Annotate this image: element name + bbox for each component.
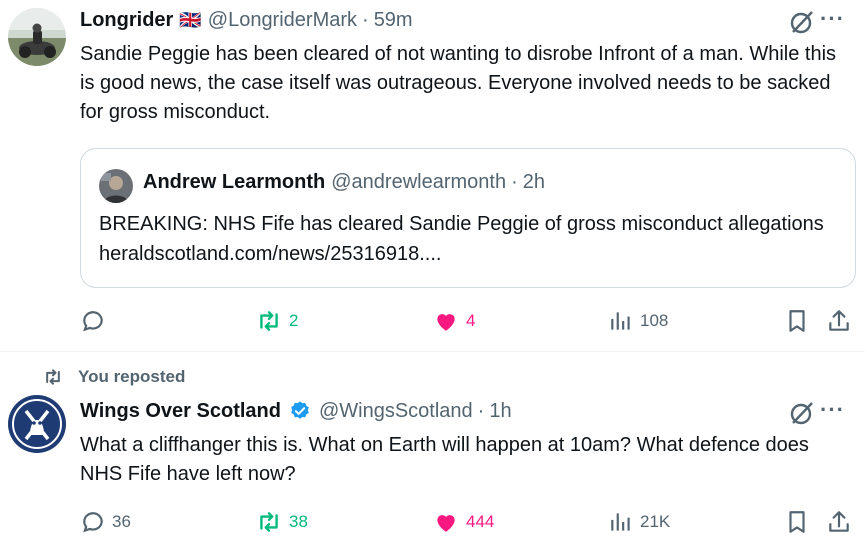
- separator-dot: ·: [511, 171, 518, 193]
- share-icon: [829, 511, 849, 532]
- views-icon: [611, 513, 630, 531]
- quoted-text: BREAKING: NHS Fife has cleared Sandie Pe…: [99, 213, 824, 265]
- repost-icon: [46, 369, 60, 385]
- tweet-text: Sandie Peggie has been cleared of not wa…: [80, 43, 837, 123]
- repost-count: 2: [289, 311, 299, 330]
- avatar-image: [8, 8, 66, 66]
- quoted-author-handle[interactable]: @andrewlearmonth: [331, 171, 506, 194]
- like-button[interactable]: 444: [432, 509, 494, 535]
- repost-context-label[interactable]: You reposted: [78, 367, 185, 387]
- quoted-timestamp[interactable]: 2h: [523, 171, 545, 194]
- reply-icon: [83, 311, 103, 332]
- views-count: 108: [640, 311, 669, 330]
- verified-icon: [289, 400, 311, 422]
- views-button[interactable]: 21K: [608, 509, 670, 535]
- repost-button[interactable]: 38: [255, 509, 308, 535]
- tweet-text: What a cliffhanger this is. What on Eart…: [80, 434, 809, 485]
- reply-button[interactable]: [80, 308, 112, 334]
- like-count: 4: [466, 311, 476, 330]
- avatar-image: [8, 395, 66, 453]
- tweet[interactable]: Longrider 🇬🇧 @LongriderMark · 59m ··· Sa…: [0, 0, 865, 352]
- action-bar: 2 4 108: [80, 308, 856, 338]
- reply-count: 36: [112, 512, 131, 531]
- tweet-header: Longrider 🇬🇧 @LongriderMark · 59m: [80, 7, 413, 33]
- like-button[interactable]: 4: [432, 308, 475, 334]
- separator-dot: ·: [362, 9, 369, 31]
- like-count: 444: [466, 512, 495, 531]
- views-button[interactable]: 108: [608, 308, 668, 334]
- repost-button[interactable]: 2: [255, 308, 298, 334]
- repost-icon: [260, 311, 278, 331]
- author-name[interactable]: Longrider: [80, 7, 173, 33]
- quoted-tweet[interactable]: Andrew Learmonth @andrewlearmonth · 2h B…: [80, 148, 856, 288]
- repost-icon: [260, 512, 278, 532]
- tweet-header: Wings Over Scotland @WingsScotland · 1h: [80, 398, 512, 424]
- more-icon[interactable]: ···: [820, 397, 845, 423]
- quoted-avatar[interactable]: [99, 169, 133, 203]
- timestamp[interactable]: 1h: [489, 398, 511, 424]
- bookmark-icon: [789, 310, 805, 332]
- reply-button[interactable]: 36: [80, 509, 131, 535]
- avatar[interactable]: [8, 395, 66, 453]
- repost-count: 38: [289, 512, 308, 531]
- tweet[interactable]: You reposted Wings Over Scotland @WingsS…: [0, 353, 865, 549]
- author-handle[interactable]: @WingsScotland: [319, 398, 473, 424]
- quoted-author-name[interactable]: Andrew Learmonth: [143, 171, 325, 194]
- heart-icon: [437, 515, 455, 532]
- bookmark-icon: [789, 511, 805, 533]
- author-handle[interactable]: @LongriderMark: [208, 7, 357, 33]
- separator-dot: ·: [477, 400, 485, 422]
- share-button[interactable]: [826, 509, 852, 535]
- avatar[interactable]: [8, 8, 66, 66]
- views-count: 21K: [640, 512, 671, 531]
- share-icon: [829, 310, 849, 331]
- timestamp[interactable]: 59m: [374, 7, 413, 33]
- repost-context: You reposted: [42, 367, 185, 387]
- action-bar: 36 38 444 21K: [80, 509, 856, 539]
- grok-icon[interactable]: [788, 399, 816, 427]
- author-name[interactable]: Wings Over Scotland: [80, 398, 281, 424]
- bookmark-button[interactable]: [784, 509, 810, 535]
- quoted-header: Andrew Learmonth @andrewlearmonth · 2h: [143, 171, 545, 194]
- bookmark-button[interactable]: [784, 308, 810, 334]
- heart-icon: [437, 314, 455, 331]
- grok-icon[interactable]: [788, 8, 816, 36]
- views-icon: [611, 312, 630, 330]
- share-button[interactable]: [826, 308, 852, 334]
- avatar-image: [99, 169, 133, 203]
- flag-icon: 🇬🇧: [179, 10, 202, 30]
- reply-icon: [83, 512, 103, 533]
- more-icon[interactable]: ···: [820, 6, 845, 32]
